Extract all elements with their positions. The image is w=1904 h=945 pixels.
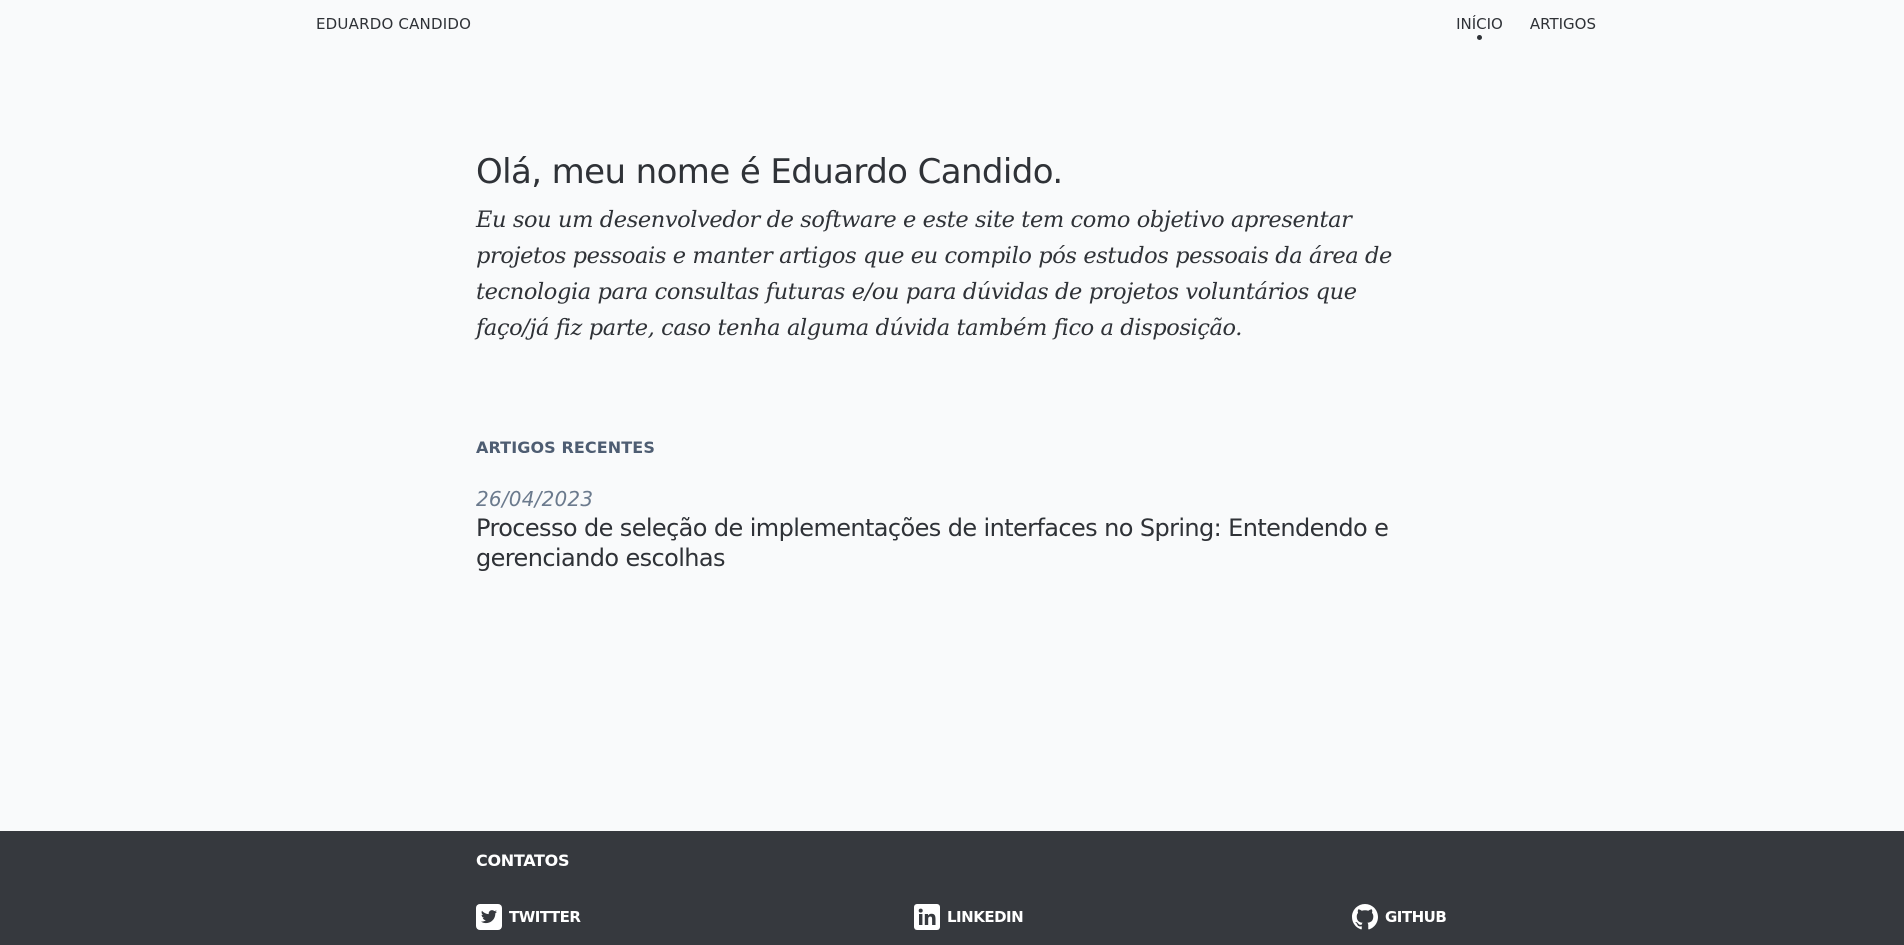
post-date: 26/04/2023 — [476, 487, 594, 511]
site-header: EDUARDO CANDIDO INÍCIO ARTIGOS — [0, 0, 1904, 48]
linkedin-link[interactable]: LINKEDIN — [914, 904, 1024, 930]
linkedin-icon — [914, 904, 940, 930]
github-icon — [1352, 904, 1378, 930]
hero-intro: Eu sou um desenvolvedor de software e es… — [476, 207, 1392, 341]
linkedin-label: LINKEDIN — [947, 908, 1024, 926]
twitter-icon — [476, 904, 502, 930]
twitter-label: TWITTER — [509, 908, 581, 926]
nav-item-label: ARTIGOS — [1529, 15, 1596, 33]
recent-articles-heading: ARTIGOS RECENTES — [476, 438, 655, 457]
footer-title: CONTATOS — [476, 851, 570, 870]
site-footer: CONTATOS TWITTER LINKEDIN GITHUB — [0, 831, 1904, 945]
active-indicator — [1477, 35, 1483, 40]
page: EDUARDO CANDIDO INÍCIO ARTIGOS Olá, meu … — [0, 0, 1904, 945]
recent-articles-list: 26/04/2023 Processo de seleção de implem… — [476, 487, 1436, 573]
main-nav: INÍCIO ARTIGOS — [1456, 15, 1596, 40]
github-link[interactable]: GITHUB — [1352, 904, 1447, 930]
post-title-link[interactable]: Processo de seleção de implementações de… — [476, 513, 1436, 573]
hero-title: Olá, meu nome é Eduardo Candido. — [476, 152, 1063, 192]
github-label: GITHUB — [1385, 908, 1447, 926]
main-content: Olá, meu nome é Eduardo Candido. Eu sou … — [476, 150, 1436, 573]
nav-item-label: INÍCIO — [1456, 15, 1503, 33]
brand-link[interactable]: EDUARDO CANDIDO — [316, 15, 471, 33]
nav-item-artigos[interactable]: ARTIGOS — [1530, 15, 1596, 33]
nav-item-inicio[interactable]: INÍCIO — [1456, 15, 1503, 40]
list-item: 26/04/2023 Processo de seleção de implem… — [476, 487, 1436, 573]
twitter-link[interactable]: TWITTER — [476, 904, 581, 930]
